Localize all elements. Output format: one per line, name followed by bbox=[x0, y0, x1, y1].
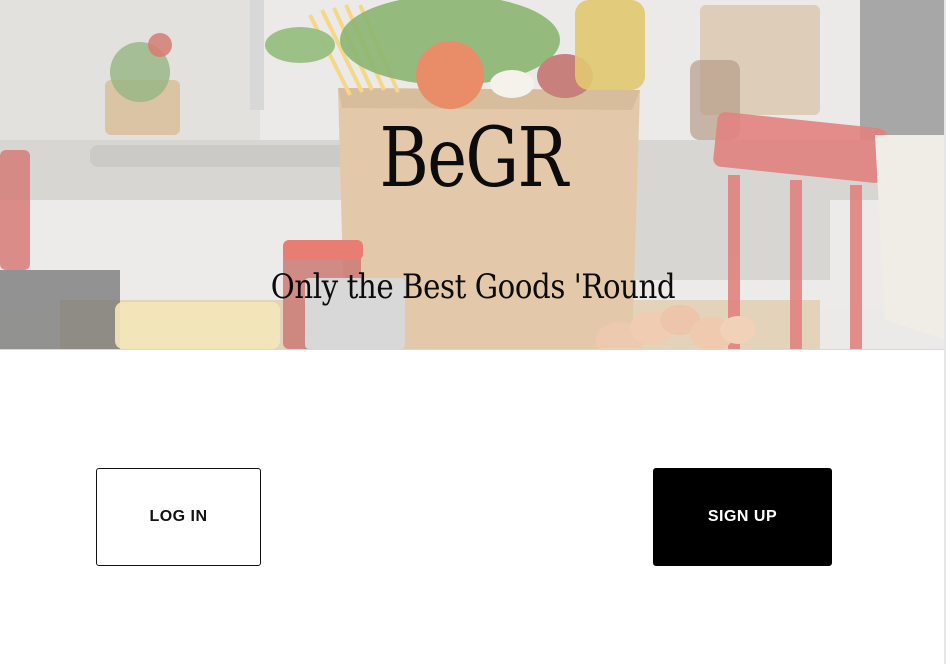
log-in-button[interactable]: LOG IN bbox=[96, 468, 261, 566]
sign-up-button[interactable]: SIGN UP bbox=[653, 468, 832, 566]
hero-banner: BeGR Only the Best Goods 'Round bbox=[0, 0, 946, 349]
brand-tagline: Only the Best Goods 'Round bbox=[270, 267, 676, 307]
hero-divider bbox=[0, 349, 946, 350]
brand-logo: BeGR bbox=[379, 111, 569, 206]
